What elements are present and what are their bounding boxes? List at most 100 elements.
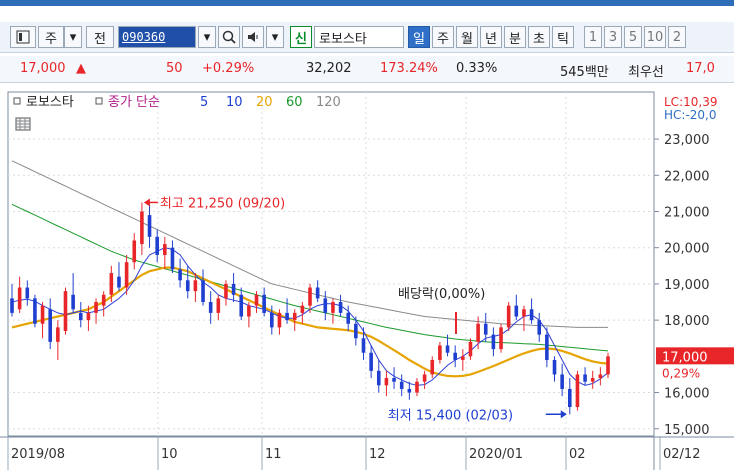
candle-body[interactable] — [78, 312, 83, 321]
candle-body[interactable] — [185, 280, 190, 292]
candle-body[interactable] — [430, 359, 435, 375]
candle-body[interactable] — [254, 294, 259, 306]
candle-body[interactable] — [376, 370, 381, 386]
candle-body[interactable] — [170, 247, 175, 270]
candle-body[interactable] — [201, 280, 205, 303]
candle-body[interactable] — [354, 323, 358, 339]
candle-body[interactable] — [292, 312, 297, 321]
type-dropdown-icon[interactable]: ▾ — [64, 26, 82, 48]
interval-button-2[interactable]: 5 — [624, 26, 642, 48]
interval-button-0[interactable]: 1 — [584, 26, 602, 48]
candle-body[interactable] — [124, 262, 129, 288]
candle-body[interactable] — [453, 352, 457, 360]
candle-body[interactable] — [101, 294, 106, 306]
candle-body[interactable] — [560, 374, 564, 389]
candle-body[interactable] — [300, 305, 305, 313]
window-icon[interactable] — [10, 26, 36, 48]
candle-body[interactable] — [247, 305, 251, 317]
candle-body[interactable] — [71, 294, 75, 310]
period-button-4[interactable]: 분 — [504, 26, 526, 48]
period-button-3[interactable]: 년 — [480, 26, 502, 48]
candle-body[interactable] — [25, 287, 30, 299]
candle-body[interactable] — [392, 378, 396, 382]
candle-body[interactable] — [476, 323, 480, 342]
candle-body[interactable] — [537, 320, 542, 335]
candle-body[interactable] — [231, 283, 236, 295]
candle-body[interactable] — [163, 244, 167, 255]
stock-code-input[interactable]: 090360 — [118, 26, 196, 48]
candle-body[interactable] — [285, 312, 289, 321]
candle-body[interactable] — [415, 381, 419, 393]
candle-body[interactable] — [140, 211, 144, 245]
period-button-0[interactable]: 일 — [408, 26, 430, 48]
candle-body[interactable] — [514, 305, 519, 317]
period-button-6[interactable]: 틱 — [552, 26, 574, 48]
candle-body[interactable] — [567, 388, 572, 408]
candle-body[interactable] — [529, 309, 534, 321]
candle-body[interactable] — [606, 356, 610, 375]
candle-body[interactable] — [315, 287, 320, 299]
candle-body[interactable] — [109, 273, 114, 295]
candle-body[interactable] — [239, 294, 244, 317]
candle-body[interactable] — [132, 240, 137, 263]
candle-body[interactable] — [224, 283, 228, 299]
candle-body[interactable] — [384, 378, 389, 386]
candle-body[interactable] — [468, 341, 473, 357]
candle-body[interactable] — [361, 338, 366, 353]
candle-body[interactable] — [522, 309, 526, 317]
candle-body[interactable] — [438, 345, 442, 360]
candle-body[interactable] — [48, 309, 53, 342]
candle-body[interactable] — [331, 302, 335, 313]
candle-body[interactable] — [269, 312, 274, 328]
candle-body[interactable] — [545, 334, 549, 360]
code-dropdown-icon[interactable]: ▾ — [198, 26, 216, 48]
candle-body[interactable] — [216, 298, 221, 313]
candle-body[interactable] — [499, 327, 503, 350]
candle-body[interactable] — [94, 302, 98, 313]
search-icon[interactable] — [218, 26, 240, 48]
candle-body[interactable] — [590, 378, 595, 382]
candle-body[interactable] — [422, 374, 427, 382]
candle-body[interactable] — [552, 359, 557, 375]
candle-body[interactable] — [262, 294, 266, 313]
candle-body[interactable] — [277, 312, 282, 328]
candle-body[interactable] — [63, 291, 68, 331]
candle-body[interactable] — [117, 276, 121, 288]
candle-body[interactable] — [583, 374, 587, 382]
candle-body[interactable] — [10, 298, 14, 313]
candle-body[interactable] — [407, 388, 412, 393]
candle-body[interactable] — [86, 312, 91, 321]
price-chart[interactable]: 23,000 22,000 21,000 20,000 19,000 18,000 16,0… — [0, 86, 734, 470]
candle-body[interactable] — [369, 352, 373, 371]
period-button-1[interactable]: 주 — [432, 26, 454, 48]
stock-name-field[interactable]: 로보스타 — [314, 26, 404, 48]
candle-body[interactable] — [208, 302, 213, 313]
candle-body[interactable] — [56, 327, 60, 342]
prev-button[interactable]: 전 — [86, 26, 114, 48]
candle-body[interactable] — [491, 334, 496, 350]
candle-body[interactable] — [178, 269, 182, 281]
candle-body[interactable] — [308, 287, 312, 306]
candle-body[interactable] — [33, 298, 37, 324]
candle-body[interactable] — [147, 215, 152, 237]
candle-body[interactable] — [17, 287, 22, 310]
interval-button-3[interactable]: 10 — [644, 26, 666, 48]
period-button-5[interactable]: 초 — [528, 26, 550, 48]
candle-body[interactable] — [155, 236, 159, 255]
type-selector[interactable]: 주 — [38, 26, 64, 48]
candle-body[interactable] — [598, 374, 603, 379]
candle-body[interactable] — [575, 374, 580, 408]
candle-body[interactable] — [399, 381, 404, 389]
interval-button-1[interactable]: 3 — [604, 26, 622, 48]
candle-body[interactable] — [506, 305, 511, 328]
interval-button-4[interactable]: 2 — [668, 26, 686, 48]
candle-body[interactable] — [193, 280, 198, 292]
candle-body[interactable] — [483, 323, 488, 335]
speaker-dropdown-icon[interactable]: ▾ — [266, 26, 284, 48]
candle-body[interactable] — [346, 312, 351, 324]
candle-body[interactable] — [445, 345, 450, 353]
speaker-icon[interactable] — [242, 26, 264, 48]
candle-body[interactable] — [461, 356, 465, 360]
candle-body[interactable] — [338, 302, 343, 313]
candle-body[interactable] — [323, 298, 328, 313]
